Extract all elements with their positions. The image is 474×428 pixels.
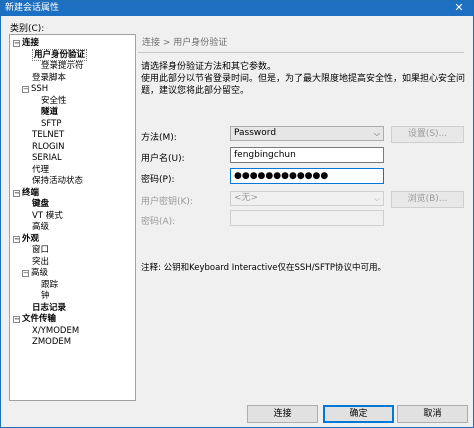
connect-button[interactable]: 连接 [247, 405, 318, 423]
tree-item-label: 终端 [22, 187, 40, 198]
tree-item-label: 高级 [32, 222, 50, 232]
collapse-toggle-icon[interactable]: − [22, 270, 29, 277]
tree-item[interactable]: ZMODEM [32, 337, 71, 348]
tree-item[interactable]: 登录脚本 [32, 73, 66, 84]
settings-button[interactable]: 设置(S)... [391, 126, 464, 143]
tree-item-label: 钟 [41, 291, 50, 301]
passphrase-input[interactable] [230, 210, 384, 226]
tree-item[interactable]: 安全性 [41, 96, 67, 107]
tree-item-label: SERIAL [32, 153, 62, 163]
method-select[interactable]: Password ⌵ [230, 126, 384, 141]
user-key-label: 用户密钥(K): [141, 197, 193, 207]
category-tree[interactable]: − 连接 用户身份验证 登录提示符 登录脚本 − SSH 安全性 隧道 SFTP TELNET RLO… [9, 34, 136, 401]
tree-item[interactable]: 跟踪 [41, 280, 58, 291]
tree-item-label: 隧道 [41, 107, 59, 117]
collapse-toggle-icon[interactable]: − [22, 86, 29, 93]
tree-item[interactable]: RLOGIN [32, 142, 64, 153]
tree-item-label: 用户身份验证 [32, 48, 88, 61]
tree-item[interactable]: − 文件传输 [13, 314, 56, 325]
collapse-toggle-icon[interactable]: − [13, 40, 20, 47]
tree-item[interactable]: 代理 [32, 165, 49, 176]
chevron-down-icon: ⌵ [373, 129, 380, 138]
user-key-select[interactable]: <无> ⌵ [230, 191, 384, 206]
tree-item[interactable]: 隧道 [41, 107, 58, 118]
note-text: 注释: 公钥和Keyboard Interactive仅在SSH/SFTP协议中… [141, 263, 387, 273]
username-label: 用户名(U): [141, 154, 185, 164]
tree-item[interactable]: − SSH [22, 84, 48, 95]
browse-button[interactable]: 浏览(B)... [391, 191, 464, 208]
tree-item-label: 安全性 [41, 95, 67, 106]
user-key-select-value: <无> [234, 193, 259, 203]
method-select-value: Password [234, 128, 277, 138]
tree-item-label: 文件传输 [22, 314, 57, 324]
tree-item[interactable]: 突出 [32, 257, 49, 268]
tree-item[interactable]: − 外观 [13, 234, 39, 245]
session-properties-dialog: 新建会话属性 ✕ 类别(C): − 连接 用户身份验证 登录提示符 登录脚本 − SSH 安全… [0, 0, 474, 428]
description-primary: 请选择身份验证方法和其它参数。 [141, 62, 277, 72]
method-label: 方法(M): [141, 133, 177, 143]
tree-item-label: 日志记录 [32, 302, 67, 313]
cancel-button[interactable]: 取消 [397, 405, 468, 423]
tree-item-label: 突出 [32, 256, 50, 267]
tree-item[interactable]: 用户身份验证 [32, 48, 88, 61]
tree-item[interactable]: VT 模式 [32, 211, 63, 222]
tree-item-label: 连接 [22, 38, 40, 48]
username-input[interactable]: fengbingchun [230, 147, 384, 163]
close-icon[interactable]: ✕ [447, 1, 471, 16]
tree-item[interactable]: − 连接 [13, 38, 39, 49]
tree-item-label: 窗口 [32, 245, 50, 255]
tree-item-label: SFTP [41, 118, 62, 129]
tree-item-label: SSH [31, 84, 49, 94]
tree-item-label: 登录脚本 [32, 72, 67, 83]
tree-item[interactable]: − 终端 [13, 188, 39, 199]
tree-item-label: 跟踪 [41, 279, 59, 290]
tree-item-label: RLOGIN [32, 141, 65, 152]
tree-item[interactable]: 保持活动状态 [32, 176, 83, 187]
ok-button[interactable]: 确定 [323, 405, 394, 423]
tree-item-label: TELNET [32, 130, 65, 140]
tree-item-label: 键盘 [32, 199, 50, 209]
tree-item[interactable]: SFTP [41, 119, 61, 130]
password-input[interactable]: ●●●●●●●●●●●● [230, 168, 384, 184]
collapse-toggle-icon[interactable]: − [13, 189, 20, 197]
window-title: 新建会话属性 [5, 3, 60, 13]
tree-item[interactable]: TELNET [32, 130, 64, 141]
tree-item-label: VT 模式 [32, 210, 63, 221]
tree-item[interactable]: 日志记录 [32, 303, 66, 314]
title-bar: 新建会话属性 ✕ [1, 1, 473, 16]
tree-item[interactable]: 登录提示符 [41, 61, 84, 72]
tree-item[interactable]: − 高级 [22, 268, 48, 279]
tree-item-label: X/YMODEM [32, 325, 80, 336]
tree-item[interactable]: X/YMODEM [32, 326, 79, 337]
passphrase-label: 密码(A): [141, 217, 176, 227]
tree-item-label: 登录提示符 [41, 61, 84, 71]
tree-item-label: ZMODEM [32, 337, 72, 347]
tree-item-label: 保持活动状态 [32, 176, 84, 186]
password-label: 密码(P): [141, 175, 175, 185]
tree-item[interactable]: 高级 [32, 222, 49, 233]
description-secondary: 使用此部分以节省登录时间。但是，为了最大限度地提高安全性，如果担心安全问题，建议… [141, 74, 466, 96]
tree-item[interactable]: SERIAL [32, 153, 62, 164]
collapse-toggle-icon[interactable]: − [13, 316, 20, 323]
tree-item[interactable]: 钟 [41, 291, 50, 302]
tree-item-label: 外观 [22, 233, 40, 244]
category-label: 类别(C): [10, 24, 45, 34]
collapse-toggle-icon[interactable]: − [13, 235, 20, 243]
tree-item[interactable]: 键盘 [32, 199, 49, 210]
chevron-down-icon: ⌵ [373, 194, 380, 203]
tree-item-label: 代理 [32, 164, 50, 175]
breadcrumb: 连接 > 用户身份验证 [138, 36, 464, 53]
tree-item-label: 高级 [31, 268, 49, 278]
tree-item[interactable]: 窗口 [32, 245, 49, 256]
